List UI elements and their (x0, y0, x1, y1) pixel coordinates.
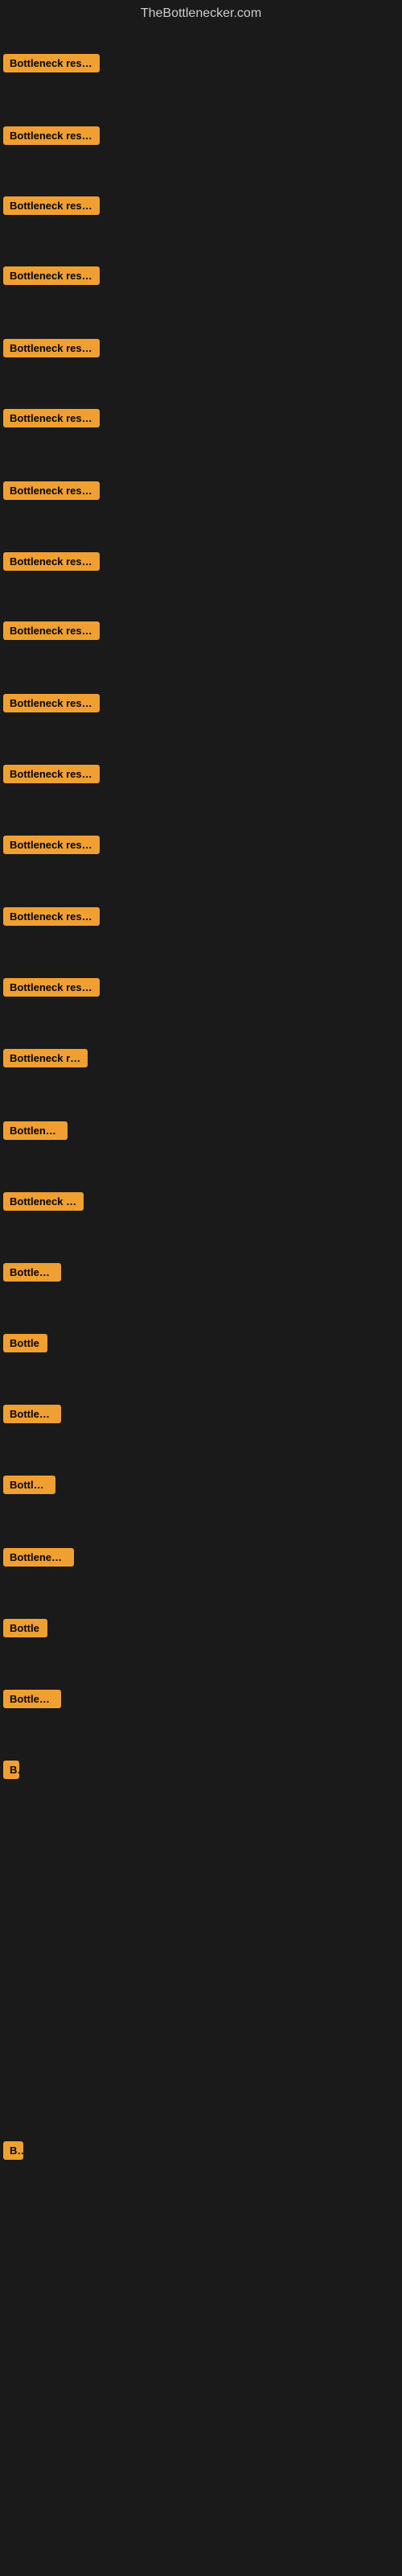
bottleneck-badge[interactable]: Bottleneck result (3, 196, 100, 215)
bottleneck-badge[interactable]: Bottlenec (3, 1263, 61, 1282)
bottleneck-badge[interactable]: Bottleneck result (3, 836, 100, 854)
bottleneck-badge[interactable]: Bottleneck resu (3, 1049, 88, 1067)
bottleneck-badge[interactable]: Bottleneck res (3, 1192, 84, 1211)
bottleneck-badge[interactable]: Bottleneck result (3, 621, 100, 640)
site-title: TheBottlenecker.com (0, 0, 402, 27)
bottleneck-badge[interactable]: Bottleneck result (3, 409, 100, 427)
bottleneck-item: Bottleneck resu (0, 1044, 402, 1072)
bottleneck-badge[interactable]: Bottleneck result (3, 481, 100, 500)
bottleneck-badge[interactable]: Bottle (3, 1334, 47, 1352)
bottleneck-item: Bottleneck result (0, 547, 402, 576)
bottleneck-item: Bottleneck result (0, 404, 402, 432)
bottleneck-badge[interactable]: Bottleneck result (3, 54, 100, 72)
bottleneck-item: Bottleneck result (0, 334, 402, 362)
bottleneck-badge[interactable]: Bottleneck result (3, 907, 100, 926)
bottleneck-badge[interactable]: Bottleneck (3, 1121, 68, 1140)
bottleneck-badge[interactable]: Bottleneck result (3, 694, 100, 712)
bottleneck-badge[interactable]: Bottleneck result (3, 339, 100, 357)
bottleneck-item: Bottlenec (0, 1685, 402, 1713)
bottleneck-item: Bottle (0, 1329, 402, 1357)
bottleneck-item: Bottlenec (0, 1400, 402, 1428)
bottleneck-badge[interactable]: Bottleneck result (3, 552, 100, 571)
bottleneck-badge[interactable]: Bottlenec (3, 1405, 61, 1423)
bottleneck-badge[interactable]: Bottleneck result (3, 126, 100, 145)
bottleneck-badge[interactable]: Bottleneck result (3, 765, 100, 783)
bottleneck-badge[interactable]: Bo (3, 2141, 23, 2160)
bottleneck-item: Bottleneck result (0, 477, 402, 505)
bottleneck-item: Bottleneck result (0, 760, 402, 788)
bottleneck-badge[interactable]: Bottlene (3, 1476, 55, 1494)
bottleneck-item: Bottleneck r (0, 1543, 402, 1571)
bottleneck-badge[interactable]: B (3, 1761, 19, 1779)
bottleneck-item: Bottleneck result (0, 973, 402, 1001)
bottleneck-item: Bottleneck (0, 1117, 402, 1145)
bottleneck-item: Bottleneck result (0, 831, 402, 859)
bottleneck-item: Bottleneck result (0, 617, 402, 645)
bottleneck-badge[interactable]: Bottleneck result (3, 978, 100, 997)
bottleneck-item: Bottleneck res (0, 1187, 402, 1216)
bottleneck-item: Bo (0, 2136, 402, 2165)
bottleneck-item: Bottlene (0, 1471, 402, 1499)
bottleneck-item: Bottleneck result (0, 192, 402, 220)
bottleneck-badge[interactable]: Bottleneck result (3, 266, 100, 285)
bottleneck-item: Bottleneck result (0, 689, 402, 717)
bottleneck-item: B (0, 1756, 402, 1784)
bottleneck-item: Bottleneck result (0, 49, 402, 77)
bottleneck-item: Bottleneck result (0, 262, 402, 290)
bottleneck-badge[interactable]: Bottlenec (3, 1690, 61, 1708)
bottleneck-item: Bottleneck result (0, 902, 402, 931)
bottleneck-item: Bottle (0, 1614, 402, 1642)
bottleneck-badge[interactable]: Bottle (3, 1619, 47, 1637)
bottleneck-badge[interactable]: Bottleneck r (3, 1548, 74, 1567)
bottleneck-item: Bottleneck result (0, 122, 402, 150)
bottleneck-item: Bottlenec (0, 1258, 402, 1286)
